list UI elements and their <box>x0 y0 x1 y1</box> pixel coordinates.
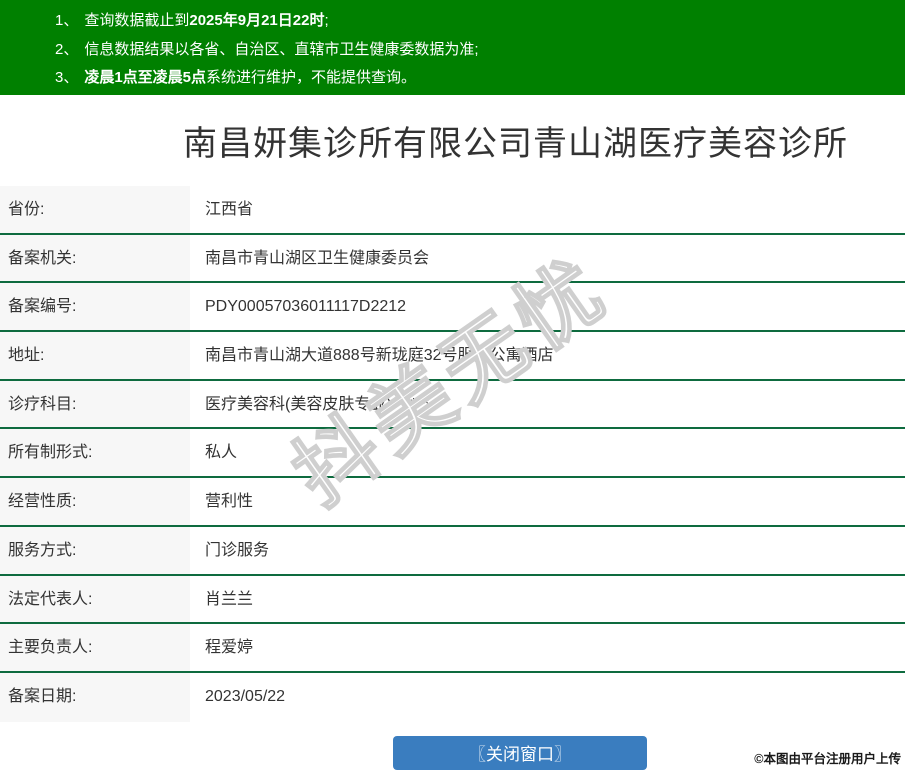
table-row: 省份: 江西省 <box>0 186 905 235</box>
close-window-button[interactable]: 〖关闭窗口〗 <box>393 735 647 770</box>
table-row: 经营性质: 营利性 <box>0 478 905 527</box>
table-row: 所有制形式: 私人 <box>0 429 905 479</box>
notice-line-1: 1、 查询数据截止到2025年9月21日22时; <box>55 7 905 36</box>
notice-bold-text: 2025年9月21日22时 <box>189 12 325 29</box>
table-row: 诊疗科目: 医疗美容科(美容皮肤专业)****** <box>0 380 905 430</box>
row-value: 医疗美容科(美容皮肤专业)****** <box>190 380 905 428</box>
notice-line-2: 2、 信息数据结果以各省、自治区、直辖市卫生健康委数据为准; <box>55 36 905 65</box>
notice-number: 1、 <box>55 12 79 29</box>
row-label: 省份: <box>0 186 190 233</box>
row-label: 所有制形式: <box>0 429 190 477</box>
row-label: 法定代表人: <box>0 575 190 623</box>
row-value: 南昌市青山湖区卫生健康委员会 <box>190 234 905 282</box>
row-value: 私人 <box>190 429 905 477</box>
notice-text: 信息数据结果以各省、自治区、直辖市卫生健康委数据为准; <box>84 40 479 58</box>
table-row: 备案机关: 南昌市青山湖区卫生健康委员会 <box>0 234 905 284</box>
table-row: 主要负责人: 程爱婷 <box>0 624 905 673</box>
notice-bold-text: 凌晨1点至凌晨5点 <box>84 69 207 86</box>
notice-line-3: 3、 凌晨1点至凌晨5点系统进行维护，不能提供查询。 <box>55 64 905 93</box>
row-value: 江西省 <box>190 186 905 233</box>
row-label: 备案机关: <box>0 234 190 282</box>
table-row: 备案日期: 2023/05/22 <box>0 672 905 722</box>
notice-number: 3、 <box>55 69 79 86</box>
row-label: 诊疗科目: <box>0 380 190 428</box>
notice-text: 查询数据截止到 <box>84 12 190 29</box>
uploader-stamp: ©本图由平台注册用户上传 <box>754 752 901 766</box>
row-label: 主要负责人: <box>0 624 190 671</box>
table-row: 服务方式: 门诊服务 <box>0 526 905 576</box>
table-row: 地址: 南昌市青山湖大道888号新珑庭32号服务公寓酒店 <box>0 332 905 381</box>
row-value: 门诊服务 <box>190 526 905 574</box>
title-area: 南昌妍集诊所有限公司青山湖医疗美容诊所 <box>0 95 905 186</box>
row-value: PDY00057036011117D2212 <box>190 283 905 331</box>
row-value: 肖兰兰 <box>190 575 905 623</box>
notice-text: 系统进行维护，不能提供查询。 <box>206 69 417 86</box>
row-label: 经营性质: <box>0 478 190 525</box>
row-label: 备案编号: <box>0 283 190 331</box>
row-label: 服务方式: <box>0 526 190 574</box>
row-value: 南昌市青山湖大道888号新珑庭32号服务公寓酒店 <box>190 332 905 379</box>
row-value: 程爱婷 <box>190 624 905 671</box>
row-label: 地址: <box>0 332 190 379</box>
row-value: 营利性 <box>190 478 905 525</box>
notice-number: 2、 <box>55 40 79 58</box>
notice-text: ; <box>324 12 329 29</box>
row-label: 备案日期: <box>0 672 190 722</box>
row-value: 2023/05/22 <box>190 672 905 722</box>
table-row: 法定代表人: 肖兰兰 <box>0 575 905 625</box>
table-row: 备案编号: PDY00057036011117D2212 <box>0 283 905 333</box>
notice-banner: 1、 查询数据截止到2025年9月21日22时; 2、 信息数据结果以各省、自治区、… <box>0 0 905 95</box>
page-title: 南昌妍集诊所有限公司青山湖医疗美容诊所 <box>183 125 848 163</box>
record-table: 省份: 江西省 备案机关: 南昌市青山湖区卫生健康委员会 备案编号: PDY0005703… <box>0 186 905 722</box>
